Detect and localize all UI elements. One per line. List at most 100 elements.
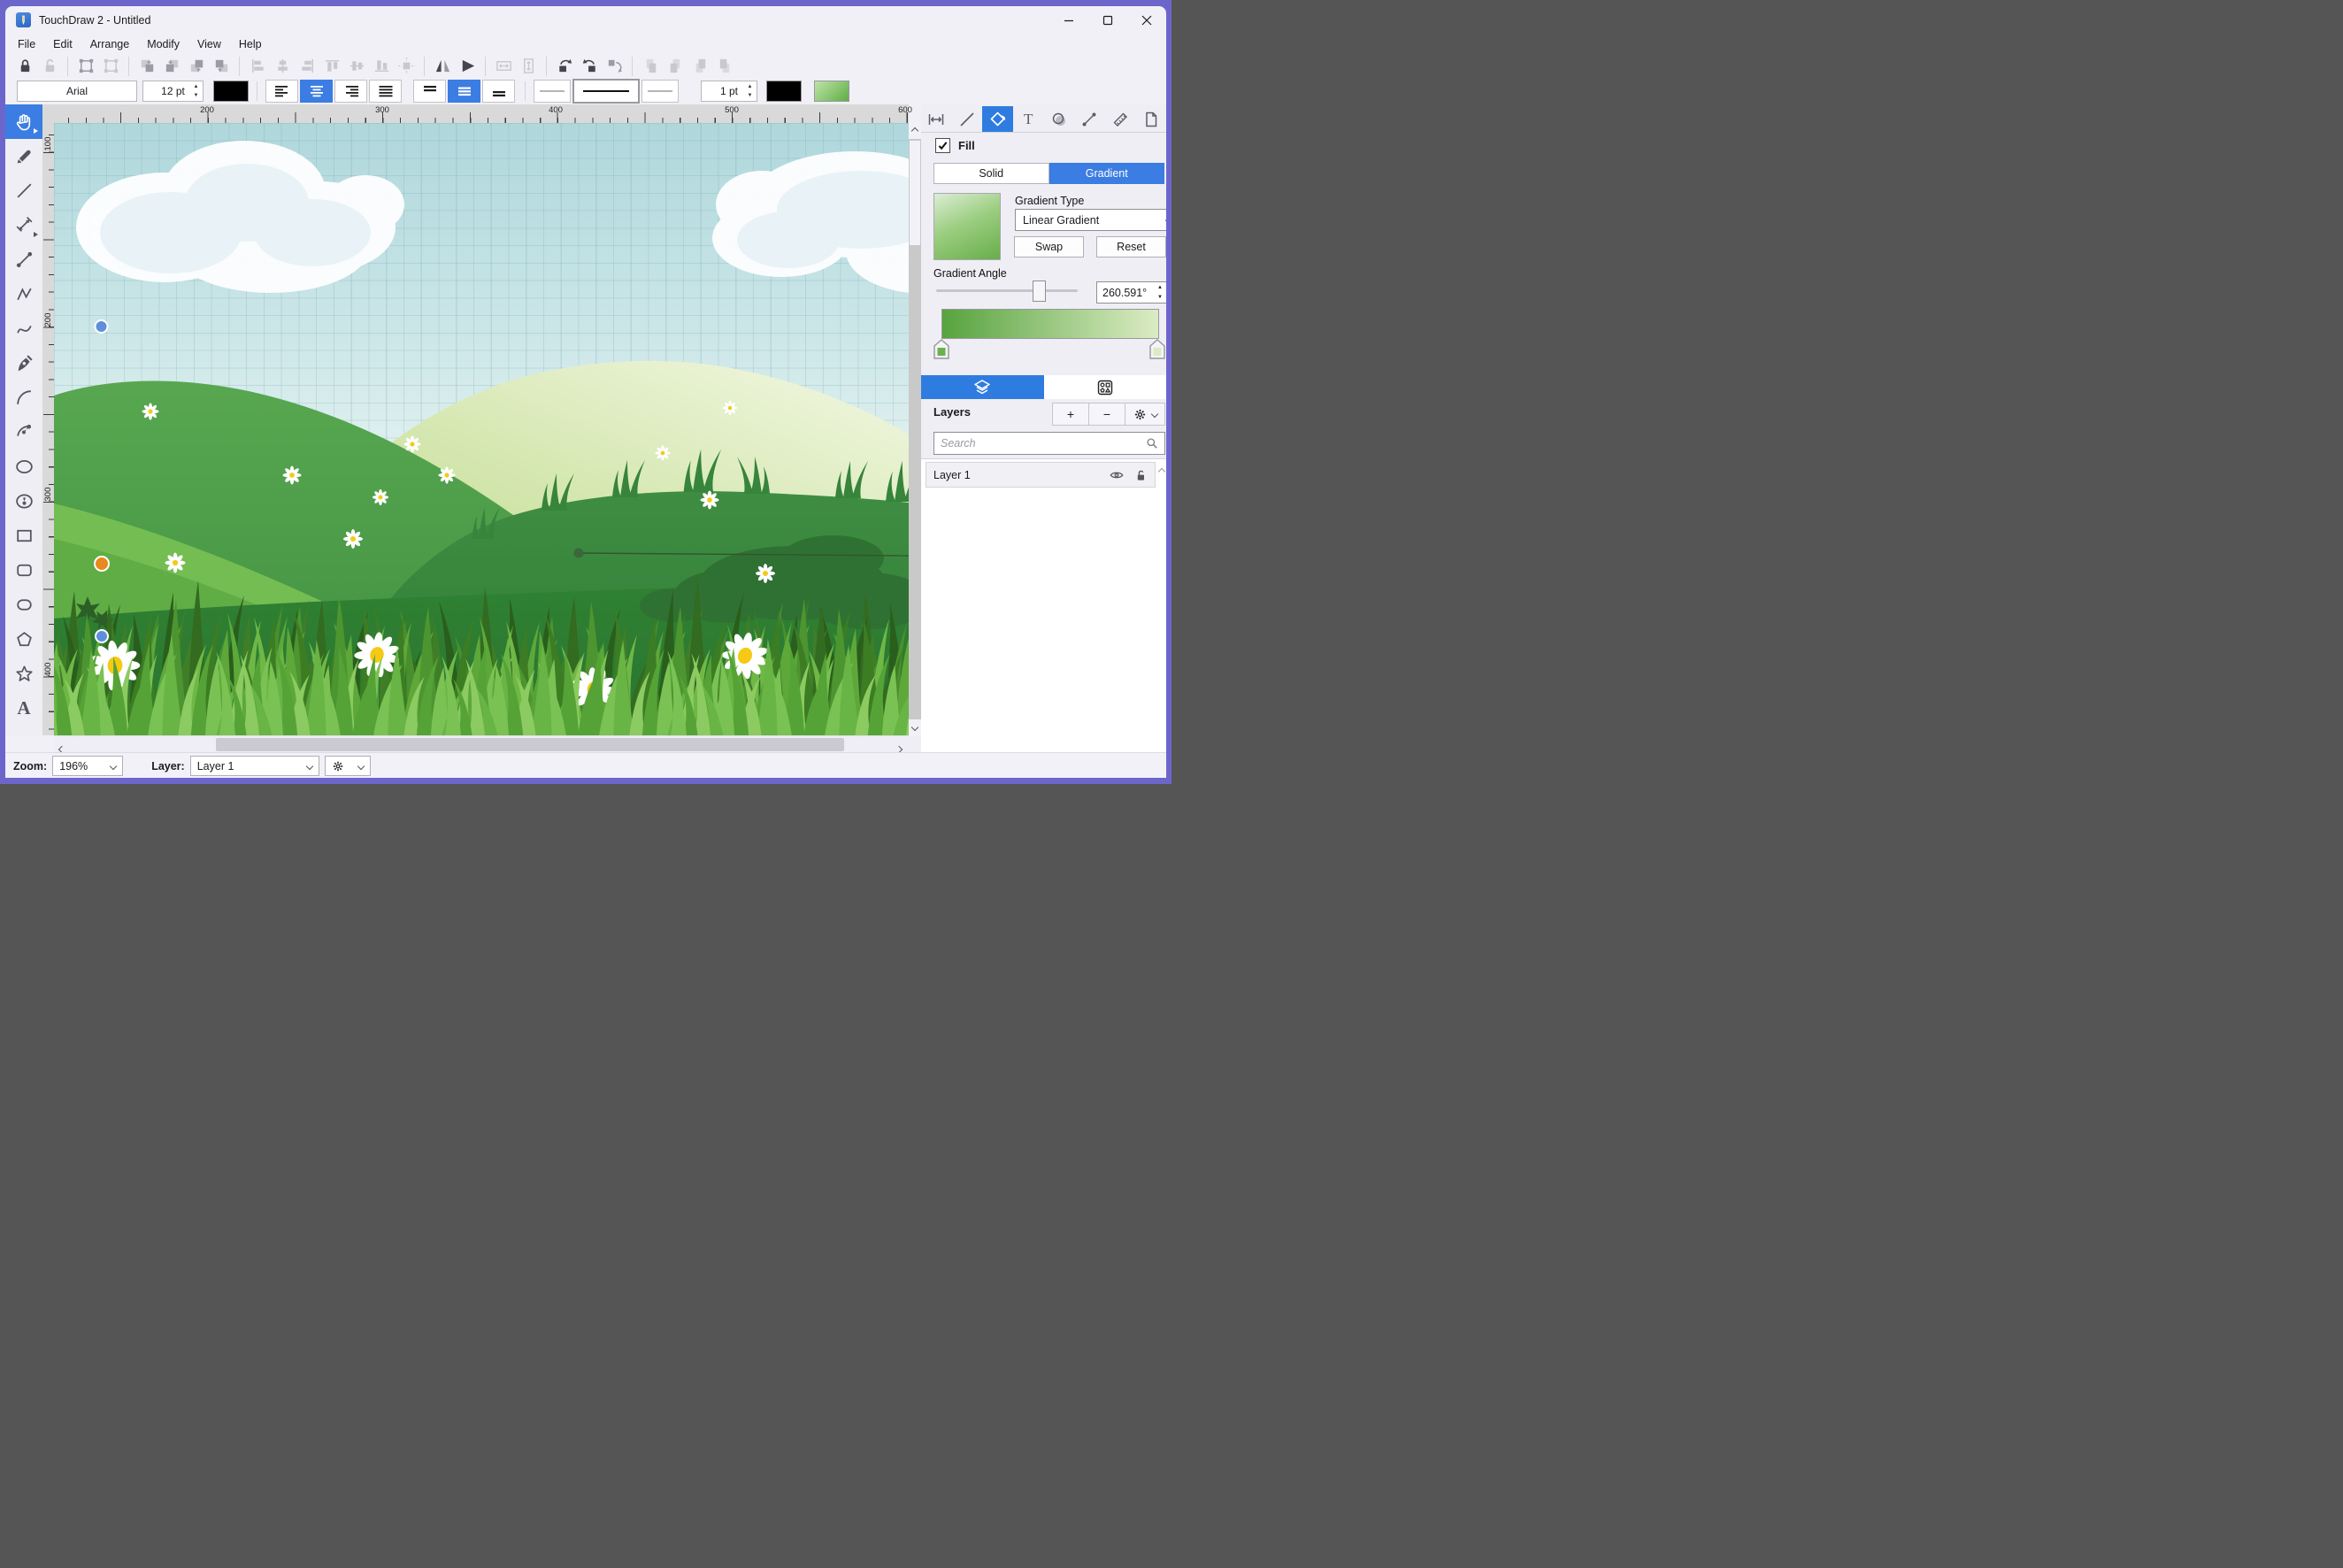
- align-right-button[interactable]: [296, 56, 319, 77]
- layer-settings-button[interactable]: [1125, 404, 1164, 425]
- tab-metrics[interactable]: [921, 106, 952, 132]
- gradient-angle-slider[interactable]: [936, 289, 1078, 292]
- gradient-type-select[interactable]: Linear Gradient: [1015, 209, 1166, 231]
- menu-arrange[interactable]: Arrange: [81, 38, 138, 50]
- layer-row[interactable]: Layer 1: [926, 462, 1156, 488]
- text-valign-top-button[interactable]: [413, 80, 446, 103]
- tool-connector[interactable]: [5, 242, 42, 277]
- tab-layers[interactable]: [921, 375, 1044, 399]
- tool-stadium[interactable]: [5, 588, 42, 622]
- swap-button[interactable]: Swap: [1014, 236, 1084, 257]
- tab-shape-library[interactable]: [1043, 375, 1166, 399]
- tool-pan[interactable]: [5, 104, 42, 139]
- tool-arc[interactable]: [5, 380, 42, 415]
- gradient-angle-slider-thumb[interactable]: [1033, 281, 1046, 302]
- rotate-left-button[interactable]: [553, 56, 576, 77]
- tab-text[interactable]: T: [1013, 106, 1044, 132]
- bring-to-front-button[interactable]: [135, 56, 158, 77]
- vertical-scrollbar-thumb[interactable]: [910, 141, 920, 245]
- make-same-width-button[interactable]: [492, 56, 515, 77]
- layer-list-scroll-up[interactable]: [1157, 463, 1166, 479]
- zoom-select[interactable]: 196%: [52, 756, 124, 776]
- maximize-button[interactable]: [1088, 6, 1127, 34]
- align-middle-v-button[interactable]: [345, 56, 368, 77]
- layer-select[interactable]: Layer 1: [189, 756, 319, 776]
- drawing-canvas[interactable]: [54, 123, 909, 735]
- tool-pen[interactable]: [5, 346, 42, 380]
- font-size-stepper[interactable]: 12 pt ▲ ▼: [142, 81, 204, 102]
- menu-edit[interactable]: Edit: [44, 38, 81, 50]
- rotate-right-button[interactable]: [578, 56, 601, 77]
- tool-ellipse-center[interactable]: [5, 484, 42, 519]
- insert-frame-button[interactable]: [74, 56, 97, 77]
- send-backward-button[interactable]: [185, 56, 208, 77]
- align-left-button[interactable]: [246, 56, 269, 77]
- align-canvas-center-button[interactable]: [395, 56, 418, 77]
- tab-fill[interactable]: [982, 106, 1013, 132]
- gradient-preview[interactable]: [933, 193, 1001, 260]
- lock-button[interactable]: [13, 56, 36, 77]
- rotate-shape-button[interactable]: [603, 56, 626, 77]
- nudge-b-button[interactable]: [664, 56, 687, 77]
- menu-view[interactable]: View: [188, 38, 230, 50]
- gradient-stop-end[interactable]: [1148, 339, 1166, 360]
- menu-modify[interactable]: Modify: [138, 38, 188, 50]
- tool-polyline[interactable]: [5, 277, 42, 311]
- text-color-swatch[interactable]: [213, 81, 249, 102]
- gradient-angle-input[interactable]: 260.591° ▲ ▼: [1096, 281, 1166, 304]
- line-start-style-button[interactable]: [534, 80, 571, 103]
- tab-page[interactable]: [1135, 106, 1166, 132]
- unlock-icon[interactable]: [1133, 468, 1148, 482]
- close-button[interactable]: [1127, 6, 1166, 34]
- minimize-button[interactable]: [1049, 6, 1088, 34]
- horizontal-scrollbar-thumb[interactable]: [216, 738, 844, 751]
- tool-polygon[interactable]: [5, 622, 42, 657]
- nudge-d-button[interactable]: [713, 56, 736, 77]
- text-align-left-button[interactable]: [265, 80, 298, 103]
- stroke-width-spin-arrows[interactable]: ▲ ▼: [745, 82, 755, 100]
- tab-shape[interactable]: [1044, 106, 1075, 132]
- bring-forward-button[interactable]: [160, 56, 183, 77]
- gradient-angle-spin-arrows[interactable]: ▲ ▼: [1155, 282, 1165, 303]
- scroll-down-button[interactable]: [909, 719, 921, 735]
- tool-rectangle[interactable]: [5, 519, 42, 553]
- horizontal-scrollbar[interactable]: [54, 735, 909, 754]
- unlock-button[interactable]: [38, 56, 61, 77]
- tool-pencil[interactable]: [5, 139, 42, 173]
- align-top-button[interactable]: [320, 56, 343, 77]
- tool-text[interactable]: A: [5, 691, 42, 726]
- handle-blue-1[interactable]: [94, 319, 109, 334]
- make-same-height-button[interactable]: [517, 56, 540, 77]
- font-family-select[interactable]: Arial: [17, 81, 137, 102]
- visibility-eye-icon[interactable]: [1109, 467, 1125, 483]
- send-to-back-button[interactable]: [210, 56, 233, 77]
- add-layer-button[interactable]: +: [1053, 404, 1089, 425]
- menu-file[interactable]: File: [5, 38, 44, 50]
- align-bottom-button[interactable]: [370, 56, 393, 77]
- text-align-right-button[interactable]: [334, 80, 367, 103]
- flip-vertical-button[interactable]: [456, 56, 479, 77]
- line-end-style-button[interactable]: [641, 80, 679, 103]
- tool-arc-3point[interactable]: [5, 415, 42, 450]
- gradient-button[interactable]: Gradient: [1049, 163, 1164, 184]
- layer-options-button[interactable]: [324, 756, 371, 776]
- tool-curve[interactable]: [5, 311, 42, 346]
- vertical-scrollbar[interactable]: [909, 123, 921, 735]
- solid-button[interactable]: Solid: [933, 163, 1049, 184]
- scroll-up-button[interactable]: [909, 123, 921, 139]
- handle-orange[interactable]: [94, 556, 110, 572]
- line-style-button[interactable]: [572, 79, 640, 104]
- tool-line[interactable]: [5, 173, 42, 208]
- tool-ellipse[interactable]: [5, 450, 42, 484]
- title-bar[interactable]: TouchDraw 2 - Untitled: [5, 6, 1166, 34]
- tool-rounded-rectangle[interactable]: [5, 553, 42, 588]
- gradient-stops-bar[interactable]: [941, 309, 1159, 339]
- handle-blue-2[interactable]: [95, 629, 109, 643]
- tab-connection[interactable]: [1074, 106, 1105, 132]
- text-valign-middle-button[interactable]: [448, 80, 480, 103]
- align-center-h-button[interactable]: [271, 56, 294, 77]
- stroke-color-swatch[interactable]: [766, 81, 802, 102]
- tool-dimension[interactable]: [5, 208, 42, 242]
- layer-search-input[interactable]: [934, 437, 1145, 450]
- font-size-spin-arrows[interactable]: ▲ ▼: [191, 82, 201, 100]
